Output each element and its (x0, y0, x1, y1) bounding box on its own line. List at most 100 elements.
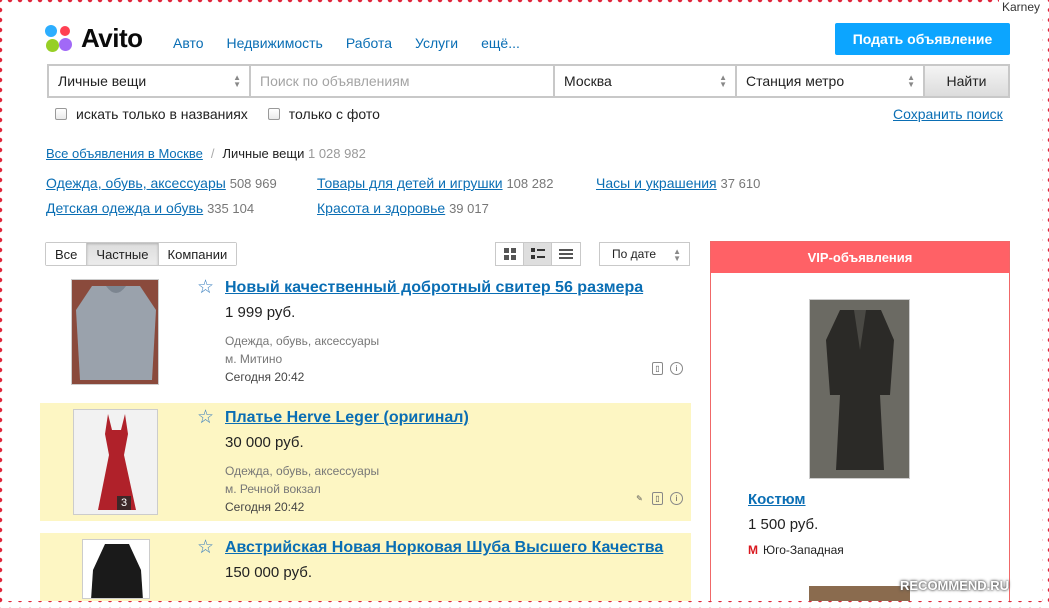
tab-private[interactable]: Частные (87, 243, 159, 265)
list-thumbs-icon (530, 248, 545, 259)
nav-services[interactable]: Услуги (415, 35, 458, 51)
subcategory-count: 335 104 (207, 201, 255, 216)
logo-text: Avito (81, 23, 143, 53)
post-ad-button[interactable]: Подать объявление (835, 23, 1010, 55)
subcategory-item: Одежда, обувь, аксессуары 508 969 (46, 175, 277, 191)
listing-item: 3 ☆ Платье Herve Leger (оригинал) 30 000… (40, 403, 691, 521)
subcategory-link[interactable]: Товары для детей и игрушки (317, 175, 503, 191)
subcategory-link[interactable]: Детская одежда и обувь (46, 200, 203, 216)
search-button[interactable]: Найти (925, 66, 1008, 96)
fur-coat-image (83, 540, 149, 598)
phone-icon: ▯ (652, 362, 663, 375)
checkbox-box[interactable] (55, 108, 67, 120)
compact-view-button[interactable] (552, 243, 580, 265)
metro-select[interactable]: Станция метро ▲ ▼ (737, 66, 925, 96)
titles-only-label: искать только в названиях (76, 106, 248, 122)
favorite-star-icon[interactable]: ☆ (197, 278, 214, 297)
tab-companies[interactable]: Компании (158, 243, 237, 265)
subcategory-item: Детская одежда и обувь 335 104 (46, 200, 254, 216)
photo-count-badge: 3 (117, 496, 132, 510)
vip-price: 1 500 руб. (748, 516, 819, 533)
breadcrumb-separator: / (210, 146, 215, 161)
vip-metro-name: Юго-Западная (763, 543, 844, 557)
seller-type-tabs: Все Частные Компании (45, 242, 238, 266)
breadcrumb-current: Личные вещи 1 028 982 (222, 146, 365, 161)
vip-photo[interactable] (809, 586, 910, 601)
info-icon: i (670, 492, 683, 505)
subcategory-link[interactable]: Часы и украшения (596, 175, 717, 191)
user-watermark: Karney (998, 0, 1043, 14)
listing-photo[interactable] (82, 539, 150, 599)
breadcrumb-root[interactable]: Все объявления в Москве (46, 146, 203, 161)
sweater-image (72, 280, 158, 384)
nav-auto[interactable]: Авто (173, 35, 204, 51)
listing-price: 30 000 руб. (225, 434, 304, 451)
save-search-link[interactable]: Сохранить поиск (893, 106, 1003, 122)
search-input-placeholder: Поиск по объявлениям (260, 73, 410, 89)
listing-date: Сегодня 20:42 (225, 370, 305, 384)
tab-all[interactable]: Все (46, 243, 88, 265)
breadcrumb: Все объявления в Москве / Личные вещи 1 … (46, 146, 366, 161)
listing-title[interactable]: Новый качественный добротный свитер 56 р… (225, 279, 643, 297)
listing-photo[interactable] (71, 279, 159, 385)
listing-icons: ▯ i (652, 362, 683, 375)
with-photo-checkbox[interactable]: только с фото (267, 106, 380, 122)
info-icon: i (670, 362, 683, 375)
favorite-star-icon[interactable]: ☆ (197, 408, 214, 427)
listing-location: м. Митино (225, 352, 283, 366)
subcategory-link[interactable]: Одежда, обувь, аксессуары (46, 175, 226, 191)
listing-date: Сегодня 20:42 (225, 500, 305, 514)
dress-image (74, 410, 157, 514)
listing-price: 1 999 руб. (225, 304, 296, 321)
listing-photo[interactable]: 3 (73, 409, 158, 515)
sort-select[interactable]: По дате ▲ ▼ (599, 242, 690, 266)
metro-icon: M (748, 543, 758, 557)
city-select-value: Москва (564, 73, 612, 89)
breadcrumb-current-label: Личные вещи (222, 146, 305, 161)
search-bar: Личные вещи ▲ ▼ Поиск по объявлениям Моск… (47, 64, 1010, 98)
listing-item: ☆ Австрийская Новая Норковая Шуба Высшег… (40, 533, 691, 601)
listing-price: 150 000 руб. (225, 564, 312, 581)
nav-realty[interactable]: Недвижимость (227, 35, 323, 51)
vip-metro: M Юго-Западная (748, 543, 844, 557)
sort-select-value: По дате (612, 247, 657, 261)
city-select[interactable]: Москва ▲ ▼ (555, 66, 737, 96)
grid-view-button[interactable] (496, 243, 524, 265)
search-filters: искать только в названиях только с фото (55, 106, 380, 122)
vip-panel: VIP-объявления Костюм 1 500 руб. M Юго-З… (710, 241, 1010, 601)
subcategory-count: 508 969 (229, 176, 277, 191)
nav-jobs[interactable]: Работа (346, 35, 392, 51)
breadcrumb-count: 1 028 982 (307, 146, 366, 161)
listing-title[interactable]: Австрийская Новая Норковая Шуба Высшего … (225, 539, 663, 557)
listing-location: м. Речной вокзал (225, 482, 321, 496)
grid-icon (503, 248, 516, 260)
checkbox-box[interactable] (267, 108, 280, 120)
favorite-star-icon[interactable]: ☆ (197, 538, 214, 557)
list-view-button[interactable] (524, 243, 552, 265)
search-input[interactable]: Поиск по объявлениям (251, 66, 555, 96)
listing-title[interactable]: Платье Herve Leger (оригинал) (225, 409, 469, 427)
vip-title[interactable]: Костюм (748, 491, 806, 508)
phone-icon: ▯ (652, 492, 663, 505)
select-arrows-icon: ▲ ▼ (233, 73, 241, 89)
subcategory-count: 108 282 (506, 176, 554, 191)
category-select-value: Личные вещи (58, 73, 147, 89)
suit-image (810, 300, 909, 478)
subcategory-item: Товары для детей и игрушки 108 282 (317, 175, 553, 191)
listing-category: Одежда, обувь, аксессуары (225, 464, 380, 478)
metro-select-value: Станция метро (746, 73, 845, 89)
avito-logo[interactable]: Avito (45, 23, 143, 54)
subcategory-link[interactable]: Красота и здоровье (317, 200, 445, 216)
view-mode-switch (495, 242, 581, 266)
page-content: Avito Авто Недвижимость Работа Услуги ещ… (7, 7, 1042, 601)
titles-only-checkbox[interactable]: искать только в названиях (55, 106, 248, 122)
pencil-icon: ✎ (636, 494, 643, 503)
select-arrows-icon: ▲ ▼ (719, 73, 727, 89)
vip-header: VIP-объявления (711, 242, 1009, 273)
category-select[interactable]: Личные вещи ▲ ▼ (49, 66, 251, 96)
logo-dots-icon (45, 24, 75, 54)
nav-more[interactable]: ещё... (481, 35, 520, 51)
vip-photo[interactable] (809, 299, 910, 479)
subcategory-count: 39 017 (449, 201, 489, 216)
top-nav: Авто Недвижимость Работа Услуги ещё... (173, 35, 520, 51)
